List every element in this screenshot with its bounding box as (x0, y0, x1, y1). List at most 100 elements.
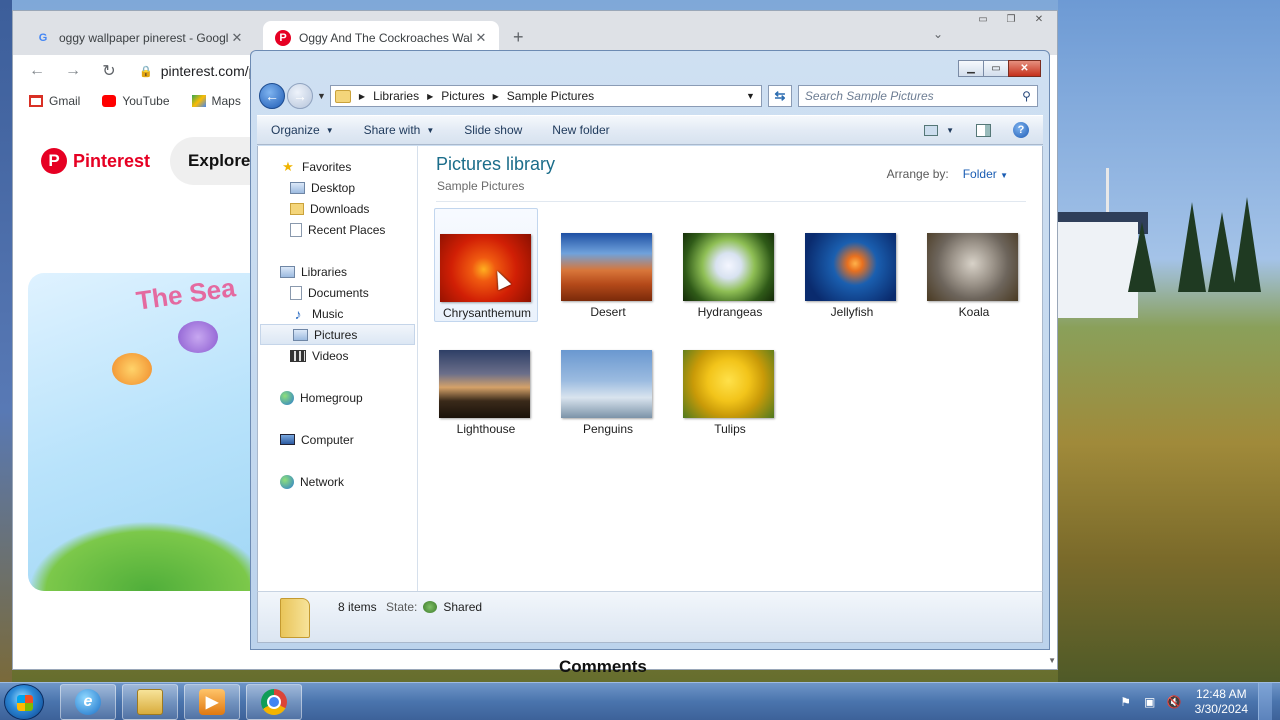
nav-item-pictures[interactable]: Pictures (260, 324, 415, 345)
tab-search-chevron-icon[interactable]: ⌄ (933, 27, 943, 41)
media-player-icon: ▶ (199, 689, 225, 715)
minimize-button[interactable]: ▭ (971, 13, 995, 27)
back-arrow-icon[interactable]: ← (27, 62, 47, 80)
taskbar-media-player[interactable]: ▶ (184, 684, 240, 720)
file-name: Tulips (714, 422, 746, 436)
close-button[interactable]: ✕ (1027, 13, 1051, 27)
file-item-chrysanthemum[interactable]: Chrysanthemum (434, 208, 538, 322)
network-icon (280, 474, 294, 489)
address-dropdown-icon[interactable]: ▼ (740, 91, 761, 101)
breadcrumb-libraries[interactable]: Libraries (373, 89, 419, 103)
nav-label: Desktop (311, 180, 356, 195)
nav-item-videos[interactable]: Videos (258, 345, 417, 366)
nav-item-documents[interactable]: Documents (258, 282, 417, 303)
maximize-button[interactable]: ▭ (983, 60, 1009, 77)
action-center-flag-icon[interactable]: ⚑ (1119, 695, 1133, 709)
address-bar[interactable]: ▶ Libraries ▶ Pictures ▶ Sample Pictures… (329, 85, 762, 107)
nav-label: Computer (301, 432, 354, 447)
bookmark-maps[interactable]: Maps (191, 94, 241, 108)
lock-icon: 🔒 (139, 65, 153, 78)
share-with-button[interactable]: Share with ▼ (364, 123, 435, 137)
scroll-down-icon[interactable]: ▼ (1048, 656, 1056, 665)
file-item-koala[interactable]: Koala (922, 208, 1026, 322)
taskbar: e ▶ ⚑ ▣ 🔇 12:48 AM 3/30/2024 (0, 682, 1280, 720)
show-desktop-button[interactable] (1258, 683, 1272, 720)
change-view-button[interactable]: ▼ (924, 124, 954, 136)
nav-label: Pictures (314, 327, 358, 342)
close-button[interactable]: ✕ (1008, 60, 1041, 77)
nav-item-libraries[interactable]: Libraries (258, 261, 417, 282)
arrange-dropdown[interactable]: Folder ▼ (963, 167, 1008, 181)
arrange-value: Folder (962, 167, 997, 181)
downloads-icon (290, 202, 304, 215)
film-icon (290, 349, 306, 362)
nav-item-favorites[interactable]: ★ Favorites (258, 156, 417, 177)
file-item-tulips[interactable]: Tulips (678, 325, 782, 439)
forward-arrow-icon[interactable]: → (63, 62, 83, 80)
chevron-right-icon[interactable]: ▶ (427, 92, 433, 101)
file-item-lighthouse[interactable]: Lighthouse (434, 325, 538, 439)
breadcrumb-pictures[interactable]: Pictures (441, 89, 484, 103)
nav-item-downloads[interactable]: Downloads (258, 198, 417, 219)
file-item-desert[interactable]: Desert (556, 208, 660, 322)
nav-label: Recent Places (308, 222, 386, 237)
reload-icon[interactable]: ↻ (99, 61, 119, 81)
pinterest-logo[interactable]: P Pinterest (41, 148, 150, 174)
address-bar[interactable]: 🔒 pinterest.com/p (139, 63, 256, 79)
clock[interactable]: 12:48 AM 3/30/2024 (1195, 687, 1248, 717)
recent-pages-dropdown[interactable]: ▼ (317, 91, 326, 101)
taskbar-internet-explorer[interactable]: e (60, 684, 116, 720)
back-button[interactable]: ← (259, 83, 285, 109)
chevron-right-icon[interactable]: ▶ (359, 92, 365, 101)
bookmark-gmail[interactable]: Gmail (29, 94, 80, 108)
nav-item-computer[interactable]: Computer (258, 429, 417, 450)
maximize-button[interactable]: ❐ (999, 13, 1023, 27)
file-item-penguins[interactable]: Penguins (556, 325, 660, 439)
network-icon[interactable]: ▣ (1143, 695, 1157, 709)
taskbar-chrome[interactable] (246, 684, 302, 720)
nav-item-homegroup[interactable]: Homegroup (258, 387, 417, 408)
start-button[interactable] (4, 684, 44, 720)
command-label: Share with (363, 123, 421, 137)
minimize-button[interactable]: ▁ (958, 60, 984, 77)
clock-time: 12:48 AM (1195, 687, 1247, 701)
url-text: pinterest.com/p (160, 63, 257, 79)
organize-button[interactable]: Organize ▼ (271, 123, 334, 137)
breadcrumb-sample-pictures[interactable]: Sample Pictures (507, 89, 594, 103)
file-item-hydrangeas[interactable]: Hydrangeas (678, 208, 782, 322)
volume-muted-icon[interactable]: 🔇 (1167, 695, 1182, 709)
chrome-tab-google-search[interactable]: G oggy wallpaper pinerest - Googl ✕ (23, 21, 255, 55)
gmail-icon (29, 95, 43, 107)
caret-down-icon: ▼ (946, 125, 954, 135)
butterfly-illustration (112, 353, 152, 385)
library-subtitle: Sample Pictures (437, 179, 525, 193)
file-name: Koala (958, 305, 990, 319)
search-input[interactable]: Search Sample Pictures ⚲ (797, 85, 1038, 107)
forward-button[interactable]: → (287, 83, 313, 109)
new-tab-button[interactable]: + (513, 27, 524, 48)
close-icon[interactable]: ✕ (473, 30, 489, 46)
file-name: Chrysanthemum (442, 306, 532, 320)
close-icon[interactable]: ✕ (229, 30, 245, 46)
navigation-pane: ★ Favorites Desktop Downloads Recent Plac… (258, 146, 418, 591)
help-icon[interactable]: ? (1013, 122, 1029, 138)
maps-icon (191, 95, 206, 107)
file-item-jellyfish[interactable]: Jellyfish (800, 208, 904, 322)
folder-icon (137, 689, 163, 715)
slide-show-button[interactable]: Slide show (464, 123, 522, 137)
lighthouse-thumbnail (439, 350, 530, 418)
chevron-right-icon[interactable]: ▶ (493, 92, 499, 101)
nav-item-recent-places[interactable]: Recent Places (258, 219, 417, 240)
new-folder-button[interactable]: New folder (552, 123, 609, 137)
nav-item-music[interactable]: ♪ Music (258, 303, 417, 324)
explorer-body: ★ Favorites Desktop Downloads Recent Plac… (257, 146, 1043, 591)
jellyfish-thumbnail (805, 233, 896, 301)
preview-pane-icon[interactable] (976, 123, 991, 137)
refresh-button[interactable]: ⇆ (767, 85, 792, 107)
bookmark-youtube[interactable]: YouTube (102, 94, 170, 108)
chrome-icon (261, 689, 287, 715)
nav-item-network[interactable]: Network (258, 471, 417, 492)
taskbar-windows-explorer[interactable] (122, 684, 178, 720)
pin-image[interactable]: The Sea (28, 273, 268, 591)
nav-item-desktop[interactable]: Desktop (258, 177, 417, 198)
